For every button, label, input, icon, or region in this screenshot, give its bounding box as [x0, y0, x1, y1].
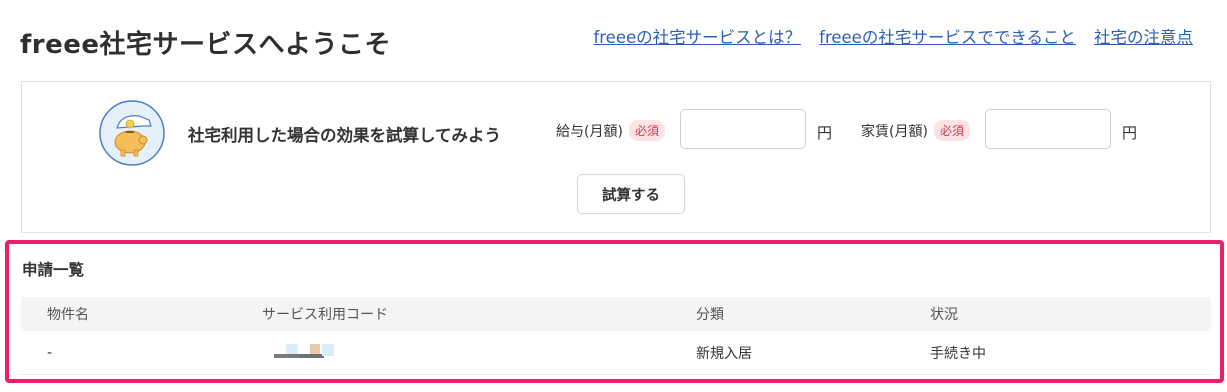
table-header: 物件名 サービス利用コード 分類 状況	[21, 297, 1211, 331]
applications-panel: 申請一覧 物件名 サービス利用コード 分類 状況 - 新規入居 手続き中	[5, 240, 1224, 383]
link-cautions[interactable]: 社宅の注意点	[1094, 24, 1193, 48]
header-links: freeeの社宅サービスとは？ freeeの社宅サービスでできること 社宅の注意…	[593, 24, 1193, 48]
rent-label-text: 家賃(月額)	[861, 123, 928, 140]
applications-table: 物件名 サービス利用コード 分類 状況 - 新規入居 手続き中	[21, 297, 1211, 375]
rent-label: 家賃(月額) 必須	[861, 120, 970, 141]
table-row[interactable]: - 新規入居 手続き中	[21, 331, 1211, 375]
rent-unit: 円	[1122, 124, 1138, 142]
column-service-code: サービス利用コード	[262, 307, 388, 323]
page-title: freee社宅サービスへようこそ	[20, 30, 392, 60]
required-badge: 必須	[628, 120, 665, 141]
link-service-features[interactable]: freeeの社宅サービスでできること	[819, 24, 1076, 48]
link-about-service[interactable]: freeeの社宅サービスとは？	[593, 24, 801, 48]
salary-label-text: 給与(月額)	[556, 123, 623, 140]
redacted-code	[262, 343, 334, 362]
column-category: 分類	[696, 307, 724, 323]
calculate-button[interactable]: 試算する	[577, 174, 685, 214]
required-badge: 必須	[933, 120, 970, 141]
column-status: 状況	[930, 307, 958, 323]
salary-unit: 円	[817, 124, 833, 142]
applications-title: 申請一覧	[22, 261, 85, 279]
cell-status: 手続き中	[930, 345, 986, 362]
cell-service-code	[262, 331, 334, 374]
simulation-heading: 社宅利用した場合の効果を試算してみよう	[188, 126, 502, 145]
cell-category: 新規入居	[696, 345, 752, 362]
column-property: 物件名	[47, 307, 89, 323]
rent-input[interactable]	[985, 109, 1111, 149]
simulation-panel: 社宅利用した場合の効果を試算してみよう 給与(月額) 必須 円 家賃(月額) 必…	[21, 81, 1211, 233]
salary-label: 給与(月額) 必須	[556, 120, 665, 141]
salary-input[interactable]	[680, 109, 806, 149]
piggy-bank-icon	[99, 100, 165, 166]
cell-property: -	[47, 344, 53, 361]
